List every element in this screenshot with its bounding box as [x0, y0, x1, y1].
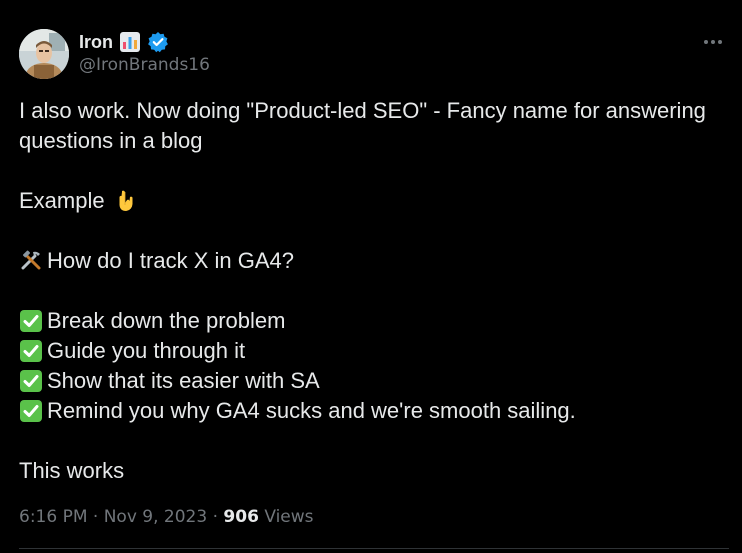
author-handle[interactable]: @IronBrands16 — [79, 55, 210, 75]
checklist-text: Show that its easier with SA — [47, 368, 320, 393]
author-display-name[interactable]: Iron — [79, 32, 113, 53]
check-mark-button-emoji-icon — [19, 369, 43, 393]
checklist-item: Show that its easier with SA — [19, 366, 719, 396]
more-horizontal-icon[interactable] — [702, 32, 724, 52]
tweet-line: I also work. Now doing "Product-led SEO"… — [19, 98, 706, 123]
meta-separator: · — [212, 507, 219, 527]
author-name-row[interactable]: Iron — [79, 30, 169, 54]
tweet-time: 6:16 PM — [19, 507, 88, 527]
check-mark-button-emoji-icon — [19, 309, 43, 333]
tweet-card: Iron @IronBrands16 I also work. Now doin… — [0, 0, 742, 553]
check-mark-button-emoji-icon — [19, 399, 43, 423]
tweet-line-example: Example — [19, 186, 719, 216]
checklist-item: Guide you through it — [19, 336, 719, 366]
tweet-timestamp-link[interactable]: 6:16 PM · Nov 9, 2023 — [19, 507, 207, 527]
avatar[interactable] — [19, 29, 69, 79]
checklist-item: Remind you why GA4 sucks and we're smoot… — [19, 396, 719, 426]
checklist-item: Break down the problem — [19, 306, 719, 336]
hammer-and-wrench-emoji-icon — [19, 249, 43, 273]
verified-badge-icon[interactable] — [147, 31, 169, 53]
checklist-text: Break down the problem — [47, 308, 286, 333]
tweet-line: questions in a blog — [19, 128, 203, 153]
tweet-line-question: How do I track X in GA4? — [19, 246, 719, 276]
divider — [19, 548, 729, 549]
tweet-date: Nov 9, 2023 — [103, 507, 208, 527]
tweet-line: This works — [19, 458, 125, 483]
example-label: Example — [19, 188, 105, 213]
checklist-text: Guide you through it — [47, 338, 246, 363]
tweet-meta: 6:16 PM · Nov 9, 2023 · 906 Views — [19, 507, 314, 527]
checklist-text: Remind you why GA4 sucks and we're smoot… — [47, 398, 576, 423]
tweet-text: I also work. Now doing "Product-led SEO"… — [19, 96, 719, 486]
bar-chart-emoji-icon — [119, 31, 141, 53]
check-mark-button-emoji-icon — [19, 339, 43, 363]
views-count: 906 — [223, 507, 259, 527]
pointing-down-emoji-icon — [113, 189, 137, 213]
question-text: How do I track X in GA4? — [47, 248, 294, 273]
meta-separator: · — [92, 507, 99, 527]
views-label: Views — [264, 507, 314, 527]
